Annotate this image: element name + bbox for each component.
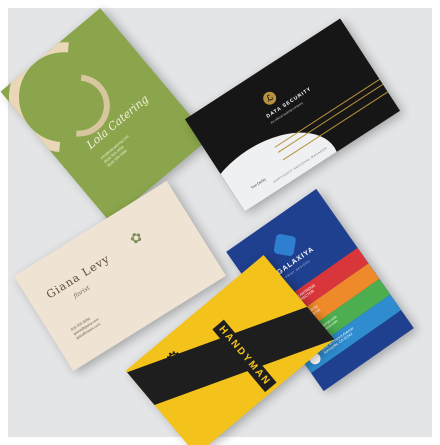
card-title: florist: [72, 284, 92, 300]
card-contact-info: 818 555 8284 giana@giana.com gianaflower…: [70, 316, 102, 341]
product-photo: Lola Catering info@lolacatering.com (818…: [0, 0, 440, 445]
flower-sprig-icon: ✿: [126, 227, 146, 248]
hexagon-logo-icon: [273, 233, 297, 257]
shield-logo-icon: ℒ: [260, 89, 279, 108]
